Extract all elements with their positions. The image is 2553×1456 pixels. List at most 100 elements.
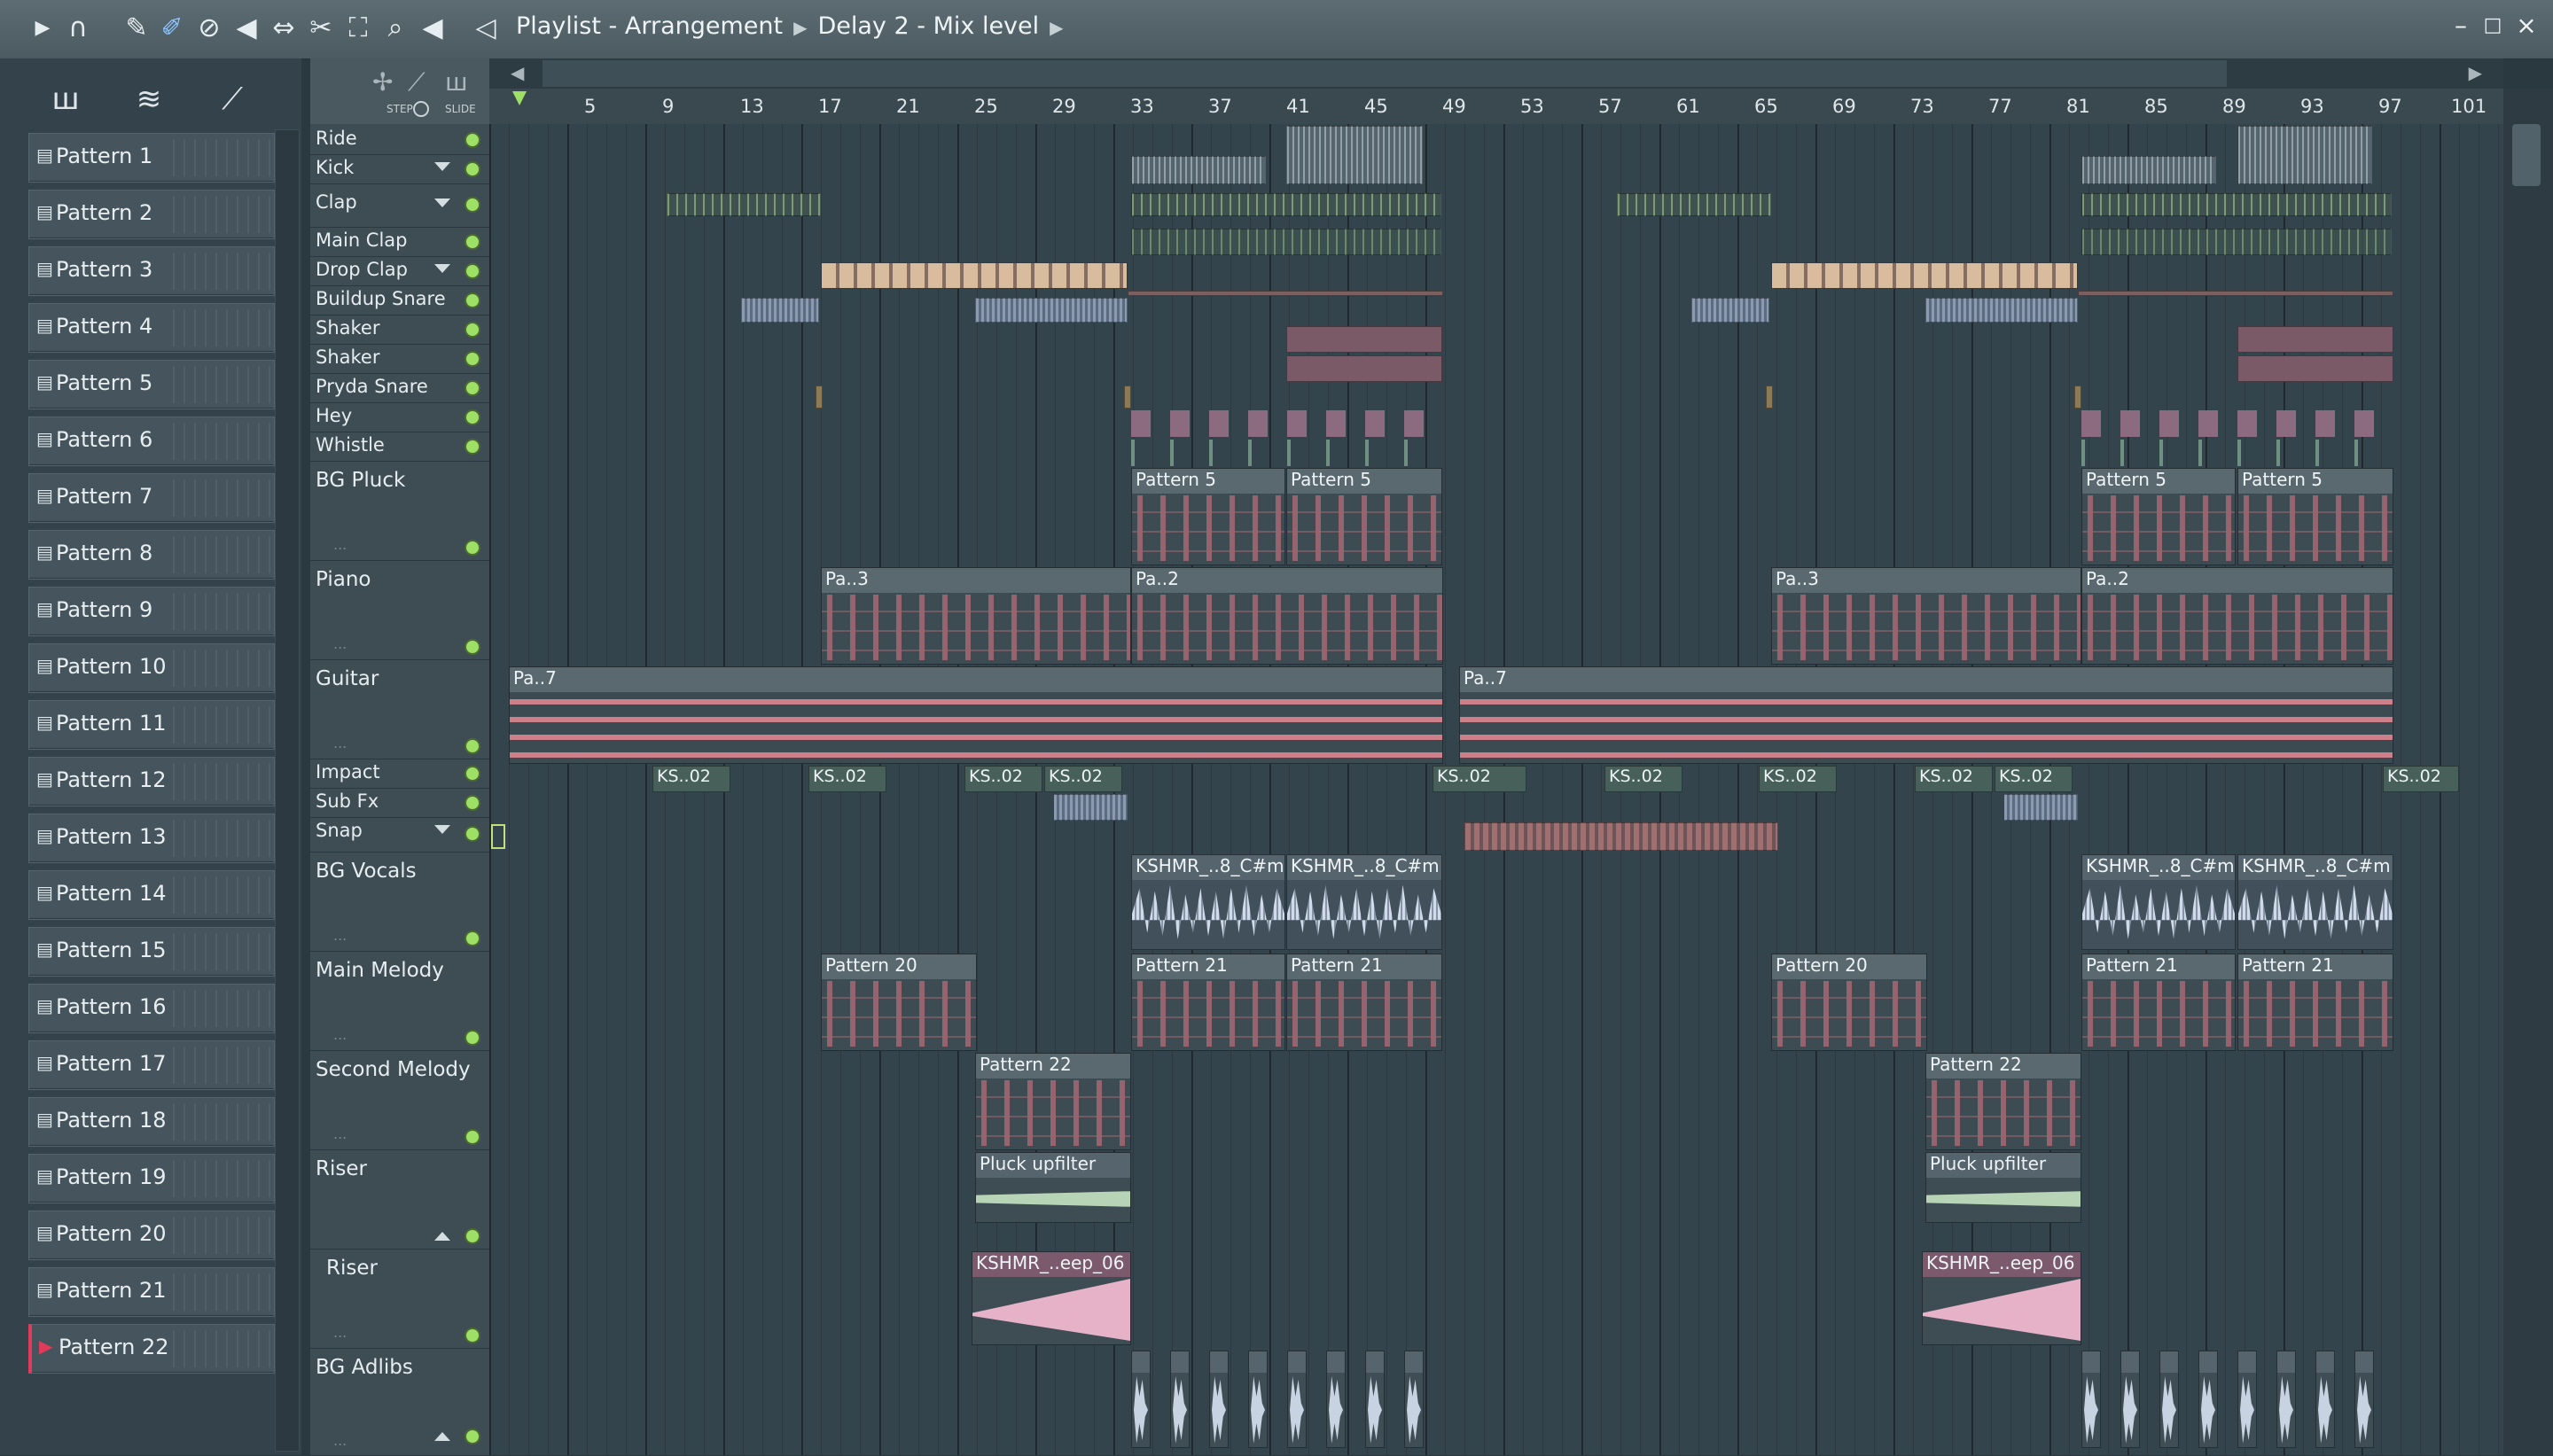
chevron-up-icon[interactable] [434,1432,450,1441]
pattern-item[interactable]: ▤ Pattern 20 [28,1211,275,1260]
clip-buildup-snare[interactable] [741,298,819,323]
pattern-item[interactable]: ▤ Pattern 21 [28,1267,275,1317]
slip-icon[interactable]: ⇔ [268,12,300,44]
clip-drop-clap[interactable] [1771,262,2078,289]
clip-adlib[interactable] [2198,1351,2218,1448]
timeline-ruler[interactable]: 5 9 13 17 21 25 29 33 37 41 45 49 53 57 … [489,89,2503,125]
scrollbar[interactable] [275,129,300,1452]
pattern-item[interactable]: ▤ Pattern 17 [28,1040,275,1090]
clip-sub-fx[interactable] [2003,794,2078,821]
clip-adlib[interactable] [2159,1351,2179,1448]
clip-adlib[interactable] [1209,1351,1229,1448]
audio-wave-icon[interactable]: ≋ [122,82,176,126]
pattern-item[interactable]: ▤ Pattern 9 [28,587,275,636]
delete-icon[interactable]: ⊘ [193,12,225,44]
clip-impact[interactable]: KS..02 [1915,766,1993,792]
clip-adlib[interactable] [2315,1351,2335,1448]
pattern-item[interactable]: ▤ Pattern 10 [28,643,275,693]
clip-pattern-21[interactable]: Pattern 21 [2237,954,2393,1051]
clip-buildup-snare[interactable] [975,298,1128,323]
clip-kshmr-sweep[interactable]: KSHMR_..eep_06 [1922,1251,2081,1345]
playhead-marker[interactable] [512,91,527,105]
chevron-down-icon[interactable] [434,825,450,834]
clip-snap[interactable] [1464,822,1778,851]
track-main-melody[interactable]: Main Melody... [310,952,489,1051]
clip-impact[interactable]: KS..02 [652,766,730,792]
clip-shaker[interactable] [2237,326,2393,353]
clip-kshmr-sweep[interactable]: KSHMR_..eep_06 [972,1251,1131,1345]
track-bg-adlibs[interactable]: BG Adlibs... [310,1349,489,1456]
pattern-item[interactable]: ▤ Pattern 13 [28,814,275,863]
track-mute-led[interactable] [465,234,480,250]
track-mute-led[interactable] [465,1429,480,1444]
clip-bg-vocals[interactable]: KSHMR_..8_C#m [2237,854,2393,950]
maximize-button[interactable]: □ [2475,14,2510,36]
pattern-item[interactable]: ▤ Pattern 4 [28,303,275,353]
track-bg-pluck[interactable]: BG Pluck... [310,462,489,561]
track-mute-led[interactable] [465,1030,480,1046]
clip-shaker[interactable] [2237,355,2393,382]
pattern-item-selected[interactable]: ▶ Pattern 22 [28,1324,275,1374]
clip-adlib[interactable] [1404,1351,1424,1448]
clip-pluck-upfilter[interactable]: Pluck upfilter [1925,1152,2081,1223]
clip-pattern-21[interactable]: Pattern 21 [1131,954,1285,1051]
playlist-overview[interactable]: ◀ ▶ [489,58,2503,89]
clip-pattern-3[interactable]: Pa..3 [821,567,1131,665]
track-snap[interactable]: Snap [310,818,489,853]
playback-icon[interactable]: ◀ [417,12,449,44]
pattern-item[interactable]: ▤ Pattern 3 [28,246,275,296]
clip-adlib[interactable] [1287,1351,1307,1448]
clip-adlib[interactable] [2276,1351,2296,1448]
track-shaker[interactable]: Shaker [310,345,489,374]
overview-scroll-thumb[interactable] [543,60,2227,87]
pattern-item[interactable]: ▤ Pattern 8 [28,530,275,580]
step-toggle[interactable] [413,101,429,117]
clip-shaker[interactable] [1286,355,1442,382]
track-mute-led[interactable] [465,826,480,842]
clip-sub-fx[interactable] [1053,794,1128,821]
close-button[interactable]: × [2509,11,2544,40]
clip-pattern-5[interactable]: Pattern 5 [2237,468,2393,565]
track-mute-led[interactable] [465,380,480,396]
mute-icon[interactable]: ◀ [230,12,262,44]
clip-pattern-2[interactable]: Pa..2 [2081,567,2393,665]
chevron-left-icon[interactable]: ◀ [511,62,524,83]
pin-icon[interactable]: ✢ [372,67,393,97]
minimize-button[interactable]: – [2443,11,2479,40]
breadcrumb-item[interactable]: Delay 2 - Mix level [817,12,1039,40]
clip-adlib[interactable] [1131,1351,1151,1448]
track-mute-led[interactable] [465,540,480,556]
track-sub-fx[interactable]: Sub Fx [310,789,489,818]
clip-pattern-2[interactable]: Pa..2 [1131,567,1443,665]
track-mute-led[interactable] [465,292,480,308]
clip-clap[interactable] [1131,193,1441,216]
clip-pattern-5[interactable]: Pattern 5 [1131,468,1285,565]
pattern-item[interactable]: ▤ Pattern 12 [28,757,275,806]
clip-bg-vocals[interactable]: KSHMR_..8_C#m [2081,854,2236,950]
clip-main-clap[interactable] [1131,229,1441,255]
track-main-clap[interactable]: Main Clap [310,228,489,257]
zoom-icon[interactable]: ⌕ [379,12,411,44]
clip-whistle[interactable] [1131,440,1429,466]
clip-pattern-7[interactable]: Pa..7 [1459,666,2393,764]
track-mute-led[interactable] [465,409,480,425]
chevron-down-icon[interactable] [434,162,450,171]
clip-impact[interactable]: KS..02 [2383,766,2459,792]
clip-adlib[interactable] [2354,1351,2374,1448]
pattern-item[interactable]: ▤ Pattern 15 [28,927,275,977]
clip-hey[interactable] [1131,410,1429,437]
clip-adlib[interactable] [2237,1351,2257,1448]
track-impact[interactable]: Impact [310,759,489,789]
clip-pattern-22[interactable]: Pattern 22 [975,1053,1131,1150]
clip-pryda-snare[interactable] [1766,385,1773,409]
track-second-melody[interactable]: Second Melody... [310,1051,489,1150]
track-buildup-snare[interactable]: Buildup Snare [310,286,489,315]
clip-drop-clap[interactable] [821,262,1128,289]
track-ride[interactable]: Ride [310,126,489,155]
clip-buildup-snare[interactable] [1691,298,1769,323]
pattern-item[interactable]: ▤ Pattern 11 [28,700,275,750]
speaker-icon[interactable]: ◁ [470,12,502,44]
chevron-right-icon[interactable]: ▶ [2469,62,2482,83]
clip-pattern-20[interactable]: Pattern 20 [1771,954,1927,1051]
clip-shaker[interactable] [1286,326,1442,353]
